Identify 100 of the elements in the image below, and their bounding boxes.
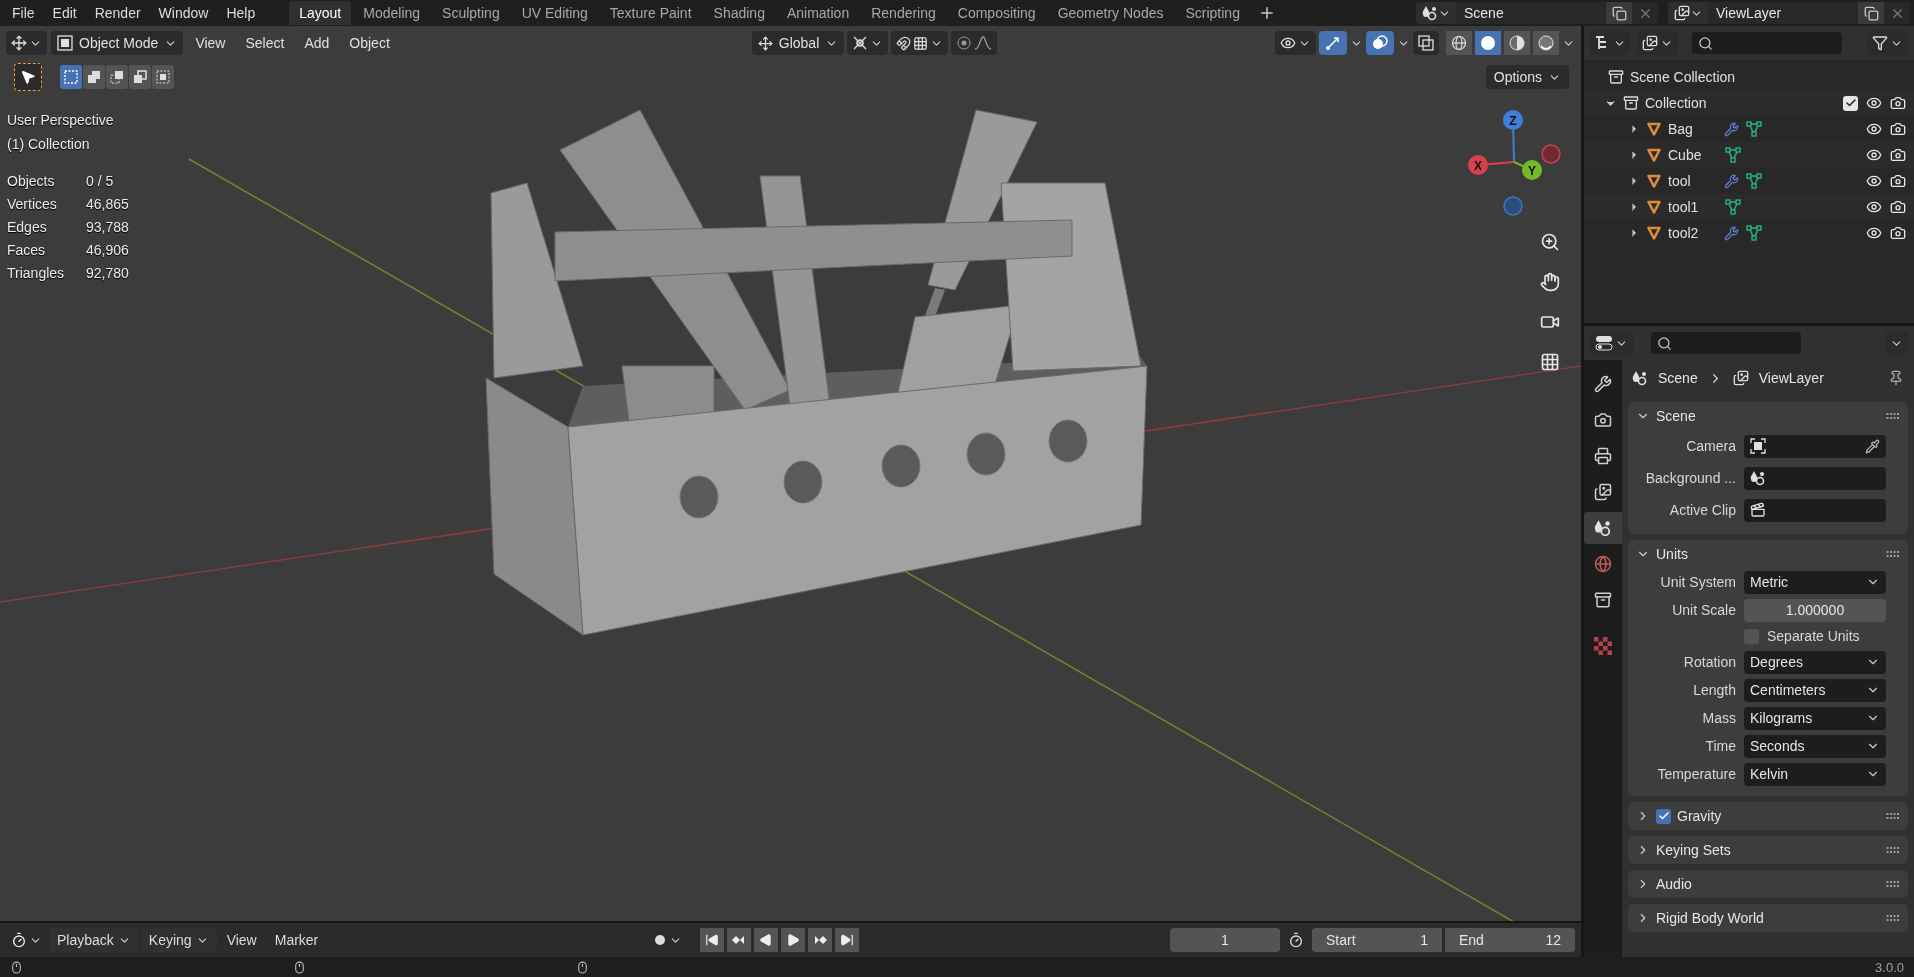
jump-start-button[interactable]	[700, 928, 725, 952]
view-layer-selector[interactable]: ViewLayer	[1668, 2, 1910, 24]
selection-mode-button[interactable]	[60, 65, 82, 89]
workspace-tab[interactable]: Sculpting	[432, 1, 510, 25]
overlays-toggle[interactable]	[1366, 31, 1394, 55]
select-tool-button[interactable]	[14, 63, 42, 91]
dropdown-field[interactable]: Degrees	[1744, 650, 1886, 674]
selection-mode-button[interactable]	[152, 65, 174, 89]
workspace-tab[interactable]: Rendering	[861, 1, 946, 25]
menu-item[interactable]: Keying	[140, 928, 217, 952]
menu-item[interactable]: Marker	[266, 928, 327, 952]
axis-handle[interactable]: X	[1468, 155, 1515, 175]
visibility-button[interactable]	[1275, 31, 1316, 55]
shading-button[interactable]	[1504, 31, 1530, 55]
workspace-tab[interactable]: Animation	[776, 1, 860, 25]
tree-item-label[interactable]: Scene Collection	[1630, 69, 1736, 85]
menu-item[interactable]: File	[4, 5, 43, 21]
menu-item[interactable]: Add	[296, 35, 338, 51]
gizmo-toggle[interactable]	[1319, 31, 1347, 55]
eye-icon[interactable]	[1866, 173, 1882, 189]
grip-icon[interactable]	[1886, 880, 1900, 888]
eyedropper-icon[interactable]	[1865, 438, 1880, 454]
object-field[interactable]	[1744, 434, 1886, 458]
play-button[interactable]	[781, 928, 806, 952]
pin-icon[interactable]	[1888, 370, 1904, 386]
workspace-tab[interactable]: Shading	[703, 1, 775, 25]
jump-end-button[interactable]	[835, 928, 860, 952]
copy-icon[interactable]	[1863, 5, 1879, 21]
eye-icon[interactable]	[1866, 147, 1882, 163]
tree-item-label[interactable]: Cube	[1668, 147, 1718, 163]
play-reverse-button[interactable]	[754, 928, 779, 952]
editor-type-button[interactable]	[1590, 31, 1631, 55]
editor-type-button[interactable]	[6, 31, 47, 55]
current-frame-field[interactable]: 1	[1170, 928, 1280, 952]
search-field[interactable]	[1692, 32, 1842, 54]
workspace-tab[interactable]: Modeling	[353, 1, 431, 25]
options-button[interactable]: Options	[1485, 65, 1569, 89]
panel-title[interactable]: Audio	[1656, 876, 1692, 892]
menu-item[interactable]: Help	[218, 5, 264, 21]
camera-icon[interactable]	[1890, 147, 1906, 163]
scene-selector[interactable]: Scene	[1416, 2, 1658, 24]
tree-item-label[interactable]: tool1	[1668, 199, 1718, 215]
eye-icon[interactable]	[1866, 199, 1882, 215]
copy-icon[interactable]	[1611, 5, 1627, 21]
workspace-tab[interactable]: Layout	[289, 1, 352, 25]
negative-z-handle[interactable]	[1503, 196, 1523, 216]
panel-title[interactable]: Keying Sets	[1656, 842, 1731, 858]
menu-item[interactable]: Render	[86, 5, 149, 21]
menu-item[interactable]: Select	[237, 35, 293, 51]
display-mode-button[interactable]	[1637, 31, 1678, 55]
tree-item-label[interactable]: Collection	[1645, 95, 1707, 111]
workspace-tab[interactable]: Geometry Nodes	[1047, 1, 1174, 25]
next-keyframe-button[interactable]	[808, 928, 833, 952]
3d-viewport[interactable]: Object Mode View Select Add Object Global Options User Perspective (1) Collection Objects 0 / 5 Vertices 46,865 Edges 93,788 Faces 46,906 Triangles 92,780 Z X Y	[0, 26, 1581, 921]
camera-icon[interactable]	[1890, 173, 1906, 189]
grip-icon[interactable]	[1886, 812, 1900, 820]
dropdown-field[interactable]: Kilograms	[1744, 706, 1886, 730]
shading-button[interactable]	[1475, 31, 1501, 55]
menu-item[interactable]: View	[187, 35, 234, 51]
panel-title[interactable]: Scene	[1656, 408, 1696, 424]
proportional-edit-button[interactable]	[951, 31, 998, 55]
grip-icon[interactable]	[1886, 550, 1900, 558]
dropdown-field[interactable]: Centimeters	[1744, 678, 1886, 702]
dropdown-field[interactable]: Seconds	[1744, 734, 1886, 758]
snap-button[interactable]	[891, 31, 949, 55]
camera-icon[interactable]	[1890, 95, 1906, 111]
clip-field[interactable]	[1744, 498, 1886, 522]
start-frame-field[interactable]: Start 1	[1312, 928, 1442, 952]
checkbox[interactable]	[1843, 95, 1858, 111]
camera-icon[interactable]	[1890, 199, 1906, 215]
menu-item[interactable]: Object	[341, 35, 398, 51]
selection-mode-button[interactable]	[83, 65, 105, 89]
wrench-icon[interactable]	[1724, 173, 1739, 189]
tree-item-label[interactable]: tool2	[1668, 225, 1718, 241]
filter-button[interactable]	[1867, 31, 1908, 55]
wrench-icon[interactable]	[1724, 121, 1739, 137]
number-field[interactable]: 1.000000	[1744, 598, 1886, 622]
menu-item[interactable]: Playback	[49, 928, 139, 952]
workspace-tab[interactable]: Texture Paint	[599, 1, 702, 25]
scene-field[interactable]	[1744, 466, 1886, 490]
axis-handle[interactable]: Z	[1503, 110, 1523, 163]
workspace-tab[interactable]: Scripting	[1175, 1, 1250, 25]
workspace-tab[interactable]: UV Editing	[511, 1, 598, 25]
camera-icon[interactable]	[1890, 225, 1906, 241]
search-field[interactable]	[1651, 332, 1801, 354]
grip-icon[interactable]	[1886, 412, 1900, 420]
selection-mode-button[interactable]	[129, 65, 151, 89]
menu-item[interactable]: Edit	[44, 5, 85, 21]
shading-button[interactable]	[1533, 31, 1559, 55]
panel-title[interactable]: Gravity	[1677, 808, 1722, 824]
dropdown-button[interactable]	[1885, 331, 1908, 355]
grip-icon[interactable]	[1886, 846, 1900, 854]
grip-icon[interactable]	[1886, 914, 1900, 922]
end-frame-field[interactable]: End 12	[1445, 928, 1575, 952]
dropdown-field[interactable]: Metric	[1744, 570, 1886, 594]
panel-title[interactable]: Units	[1656, 546, 1688, 562]
mode-dropdown[interactable]: Object Mode	[51, 31, 184, 55]
negative-x-handle[interactable]	[1541, 144, 1561, 164]
previous-keyframe-button[interactable]	[727, 928, 752, 952]
eye-icon[interactable]	[1866, 121, 1882, 137]
